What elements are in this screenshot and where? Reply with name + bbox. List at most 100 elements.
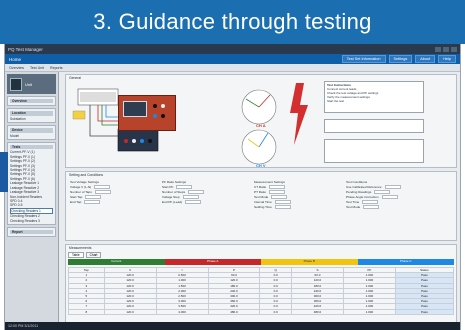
settings-field[interactable]: End PF (Lead): [162, 200, 204, 205]
settings-label: Use Calibrated Reference: [346, 185, 382, 189]
settings-input[interactable]: [268, 190, 285, 195]
settings-input[interactable]: [185, 200, 202, 205]
sidebar-group-head[interactable]: Overview: [10, 99, 53, 104]
sidebar-group-head[interactable]: Tests: [10, 145, 53, 150]
settings-label: Test Voltage Settings: [70, 180, 99, 184]
settings-label: Test Mode: [254, 195, 269, 199]
settings-field[interactable]: Test Mode: [346, 205, 401, 210]
settings-input[interactable]: [94, 185, 111, 190]
settings-label: Settling Time: [254, 205, 272, 209]
table-cell: 120.0: [103, 308, 157, 315]
settings-label: Test Conditions: [346, 180, 368, 184]
section-title: General: [69, 76, 82, 80]
menu-item[interactable]: Help: [438, 55, 456, 63]
settings-label: Start Tap: [70, 195, 83, 199]
settings-column: Measurement Settings CT Ratio PT Ratio Test…: [254, 180, 291, 210]
settings-field[interactable]: Settling Time: [254, 205, 291, 210]
notes-box[interactable]: [324, 119, 424, 133]
menu-item[interactable]: About: [415, 55, 436, 63]
settings-column: Test Conditions Use Calibrated Reference P…: [346, 180, 401, 210]
toolbar-item[interactable]: Reports: [50, 66, 63, 70]
sidebar-group: Overview: [7, 96, 56, 107]
settings-input[interactable]: [176, 185, 193, 190]
settings-label: Test Mode: [346, 205, 361, 209]
sidebar-item[interactable]: Model: [10, 134, 53, 138]
sidebar-group: Location Substation: [7, 108, 56, 124]
settings-input[interactable]: [274, 200, 291, 205]
settings-label: Phase Angle Correction: [346, 195, 379, 199]
settings-label: PT Ratio: [254, 190, 266, 194]
guidance-panel: Test Instructions Connect current leads …: [324, 81, 424, 113]
settings-input[interactable]: [94, 190, 111, 195]
legend-current: Current: [68, 259, 165, 265]
side-badge: [0, 152, 8, 192]
settings-input[interactable]: [85, 195, 102, 200]
close-button[interactable]: [451, 46, 457, 52]
sidebar-group-head[interactable]: Device: [10, 128, 53, 133]
settings-label: Pending Readings: [346, 190, 372, 194]
section-title: Measurements: [69, 246, 92, 250]
lightning-icon: [290, 83, 308, 145]
sidebar-group-head[interactable]: Location: [10, 111, 53, 116]
tab-chart[interactable]: Chart: [85, 252, 102, 258]
window-title: PQ Test Manager: [8, 46, 43, 52]
settings-input[interactable]: [269, 185, 286, 190]
menu-item[interactable]: Settings: [388, 55, 413, 63]
sidebar: Unit Overview Location Substation Device Mod…: [5, 72, 59, 322]
phase-label: CH V: [256, 163, 266, 168]
sidebar-item[interactable]: Substation: [10, 117, 53, 121]
window-titlebar: PQ Test Manager: [5, 44, 460, 54]
settings-label: Number of Taps: [70, 190, 92, 194]
settings-input[interactable]: [274, 205, 291, 210]
settings-field[interactable]: End Tap: [70, 200, 111, 205]
test-device-image: [118, 95, 176, 131]
table-cell: 4.000: [155, 308, 209, 315]
device-card[interactable]: Unit: [7, 74, 56, 94]
settings-section: Setting and Conditions Test Voltage Sett…: [65, 171, 457, 241]
tab-table[interactable]: Table: [68, 252, 84, 258]
phase-label: CH A: [256, 123, 266, 128]
results-box[interactable]: [324, 139, 424, 163]
minimize-button[interactable]: [435, 46, 441, 52]
toolbar-item[interactable]: Overview: [9, 66, 24, 70]
settings-input[interactable]: [188, 190, 205, 195]
sidebar-group-head[interactable]: Report: [10, 229, 53, 235]
legend-phase-c: Phase C: [357, 259, 454, 265]
settings-input[interactable]: [362, 200, 379, 205]
sidebar-group: Tests Current-PF-V (1) Settings PF-0 (1) Se…: [7, 142, 56, 225]
slide-title: 3. Guidance through testing: [0, 0, 465, 44]
settings-input[interactable]: [384, 185, 401, 190]
menu-item[interactable]: Test Set Information: [341, 55, 386, 63]
legend-phase-a: Phase A: [164, 259, 261, 265]
settings-input[interactable]: [271, 195, 288, 200]
settings-label: Voltage Step: [162, 195, 180, 199]
home-menu[interactable]: Home: [9, 57, 21, 62]
sidebar-group: Device Model: [7, 125, 56, 141]
device-icon: [10, 77, 22, 91]
table-cell: 480.0: [291, 308, 344, 315]
settings-label: Number of Steps: [162, 190, 186, 194]
main-panel: General CH A CH V Test Instructions Conn…: [59, 72, 460, 322]
measurement-table: Tap V I P Q S PF Status 1 120.0 0.500 60.0 0.0 60.0 1.…: [68, 266, 455, 315]
guidance-item[interactable]: Start the test: [327, 99, 421, 103]
maximize-button[interactable]: [443, 46, 449, 52]
settings-label: CT Ratio: [254, 185, 267, 189]
measurements-section: Measurements Table Chart Current Phase A…: [65, 244, 457, 322]
settings-input[interactable]: [182, 195, 199, 200]
sidebar-item[interactable]: Checking Readers 3: [10, 219, 53, 223]
status-bar: 12:00 PM 3/1/2011: [5, 322, 460, 330]
settings-input[interactable]: [84, 200, 101, 205]
settings-label: PF Ratio Settings: [162, 180, 187, 184]
settings-input[interactable]: [374, 190, 391, 195]
settings-input[interactable]: [363, 205, 380, 210]
settings-input[interactable]: [381, 195, 398, 200]
table-cell: 480.0: [207, 308, 261, 315]
table-row[interactable]: 8 120.0 4.000 480.0 0.0 480.0 1.000 Pass: [68, 308, 455, 315]
settings-label: Start PF: [162, 185, 174, 189]
app-window: PQ Test Manager Home Test Set Informatio…: [4, 44, 461, 330]
sidebar-group: Report: [7, 226, 56, 238]
settings-column: PF Ratio Settings Start PF Number of Steps…: [162, 180, 205, 205]
toolbar-item[interactable]: Test Unit: [30, 66, 44, 70]
table-cell: Pass: [394, 308, 455, 315]
settings-label: End PF (Lead): [162, 200, 183, 204]
